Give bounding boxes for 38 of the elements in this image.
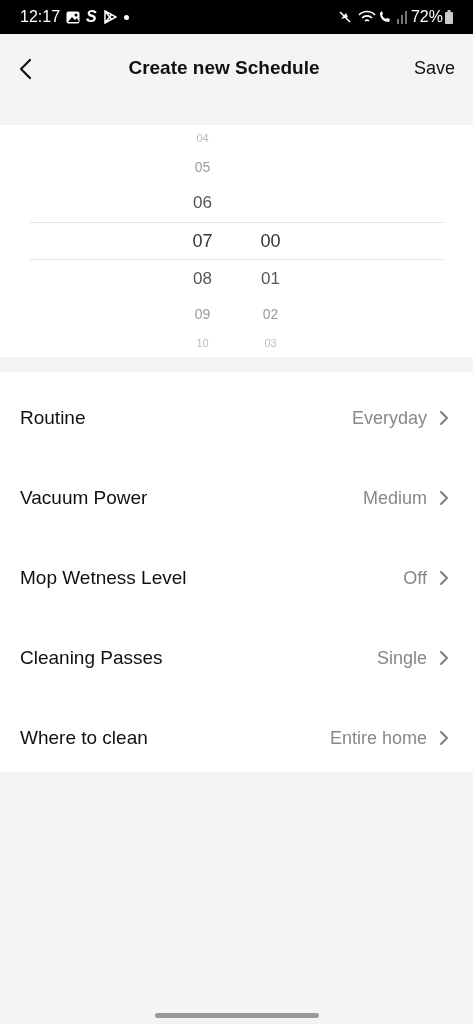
setting-value: Off — [403, 566, 427, 590]
battery-percent: 72% — [410, 7, 443, 27]
app-notification: S — [86, 7, 97, 27]
setting-value: Everyday — [351, 406, 427, 430]
picker-value[interactable]: 07 — [192, 227, 213, 255]
chevron-icon — [439, 650, 449, 666]
setting-label: Where to clean — [20, 725, 149, 750]
save-button[interactable]: Save — [413, 55, 455, 82]
setting-label: Routine — [20, 405, 87, 430]
play-icon — [102, 10, 117, 24]
battery-icon — [445, 10, 453, 24]
setting-row[interactable]: Vacuum Power Medium — [0, 452, 473, 532]
page-title: Create new Schedule — [128, 56, 320, 81]
setting-row[interactable]: Mop Wetness Level Off — [0, 532, 473, 612]
setting-row[interactable]: Routine Everyday — [0, 372, 473, 452]
setting-label: Vacuum Power — [20, 485, 149, 510]
setting-row[interactable]: Where to clean Entire home — [0, 692, 473, 772]
picker-value[interactable]: 00 — [260, 227, 281, 255]
status-time: 12:17 — [20, 7, 61, 27]
signal-icon — [395, 10, 408, 24]
back-button[interactable] — [18, 56, 34, 81]
image-icon — [66, 10, 81, 24]
setting-value: Single — [376, 646, 427, 670]
setting-value: Entire home — [329, 726, 427, 750]
setting-value: Medium — [362, 486, 427, 510]
back-icon — [18, 57, 32, 80]
setting-label: Mop Wetness Level — [20, 565, 188, 590]
setting-label: Cleaning Passes — [20, 645, 164, 670]
mute-icon — [337, 10, 352, 24]
chevron-icon — [439, 410, 449, 426]
chevron-icon — [439, 490, 449, 506]
wifi-icon — [357, 10, 376, 24]
chevron-icon — [439, 570, 449, 586]
chevron-icon — [439, 730, 449, 746]
setting-row[interactable]: Cleaning Passes Single — [0, 612, 473, 692]
picker-value[interactable]: 06 — [193, 190, 212, 216]
picker-value[interactable]: 01 — [261, 266, 280, 292]
picker-value[interactable]: 08 — [193, 266, 212, 292]
